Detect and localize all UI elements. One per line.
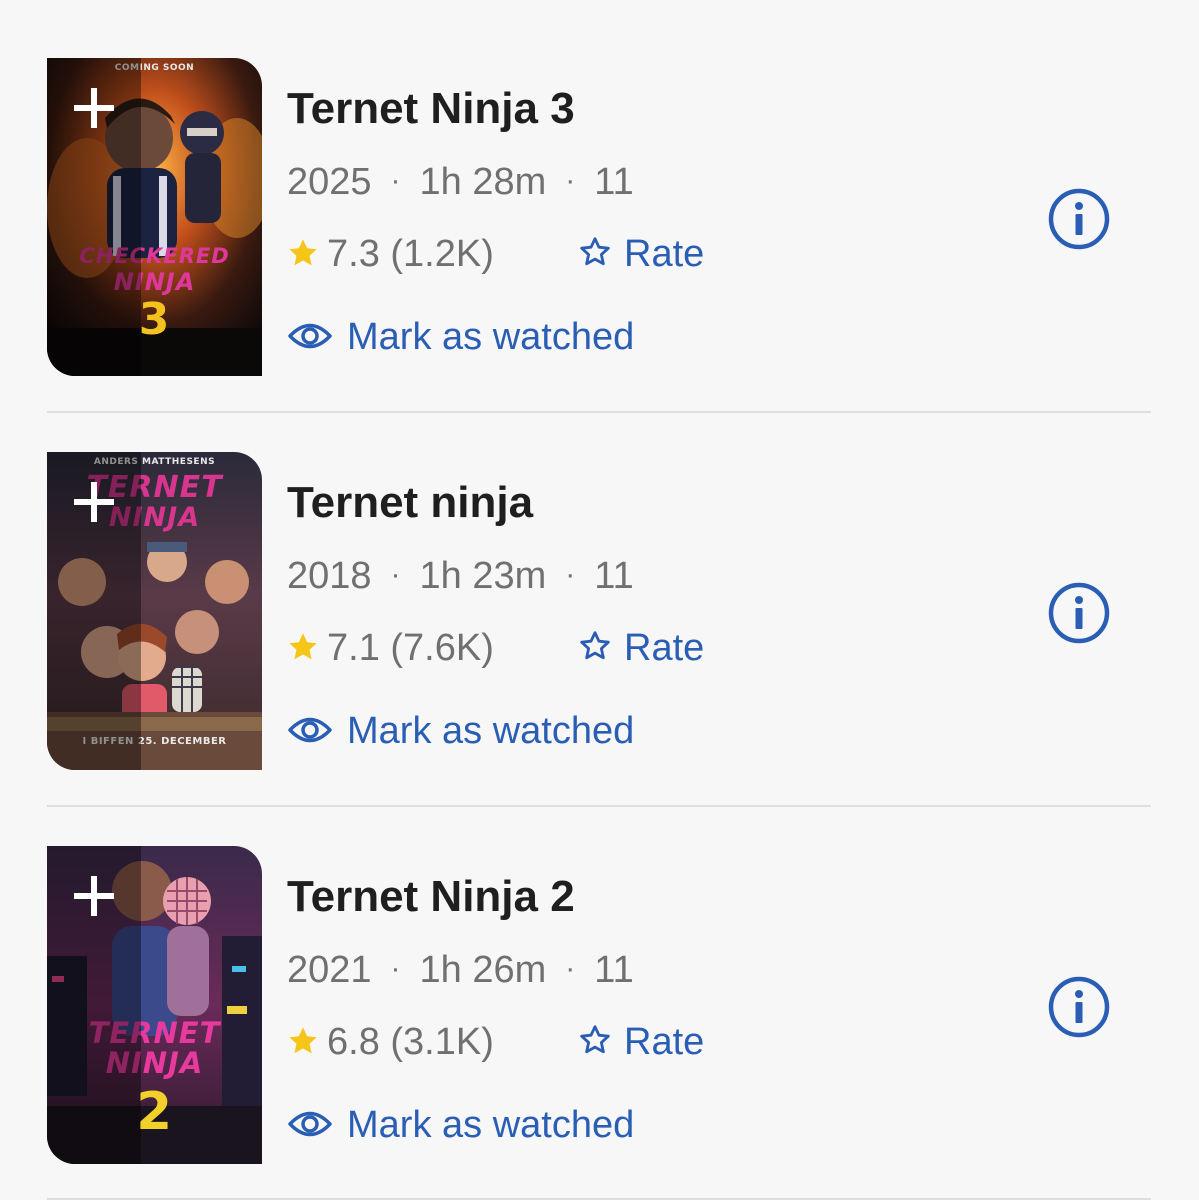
rating-value: 7.3 (1.2K) [327,233,494,275]
movie-runtime: 1h 28m [419,161,547,203]
rate-label: Rate [624,1021,705,1063]
movie-rating: 7.1 (7.6K) [287,627,494,670]
filled-star-icon [289,633,317,660]
movie-runtime: 1h 23m [419,555,547,597]
mark-as-watched-button[interactable]: Mark as watched [287,710,634,753]
meta-separator: · [390,558,401,591]
movie-age-rating: 11 [594,555,634,597]
meta-separator: · [565,164,576,197]
movie-rating: 6.8 (3.1K) [287,1021,494,1064]
movie-runtime: 1h 26m [419,949,547,991]
movie-list-item[interactable]: ANDERS MATTHESENS TERNET NINJA I BIFFEN … [0,394,1199,788]
plus-icon[interactable] [72,480,116,524]
filled-star-icon [289,239,317,266]
movie-poster[interactable]: COMING SOON CHECKERED NINJA 3 [47,58,262,376]
movie-age-rating: 11 [594,949,634,991]
outline-star-icon [580,237,610,266]
rate-label: Rate [624,627,705,669]
info-icon[interactable] [1048,582,1110,644]
movie-year: 2018 [287,555,372,597]
movie-list: COMING SOON CHECKERED NINJA 3 Ternet Nin… [0,0,1199,1200]
movie-meta: 2018 · 1h 23m · 11 [287,555,634,598]
movie-age-rating: 11 [594,161,634,203]
movie-meta: 2025 · 1h 28m · 11 [287,161,634,204]
rate-button[interactable]: Rate [578,627,704,670]
watched-label: Mark as watched [347,1104,635,1146]
movie-poster[interactable]: ANDERS MATTHESENS TERNET NINJA I BIFFEN … [47,452,262,770]
movie-year: 2021 [287,949,372,991]
rating-value: 6.8 (3.1K) [327,1021,494,1063]
meta-separator: · [390,164,401,197]
plus-icon[interactable] [72,86,116,130]
movie-title[interactable]: Ternet Ninja 3 [287,84,575,134]
rating-value: 7.1 (7.6K) [327,627,494,669]
outline-star-icon [580,631,610,660]
movie-year: 2025 [287,161,372,203]
mark-as-watched-button[interactable]: Mark as watched [287,1104,634,1147]
meta-separator: · [390,952,401,985]
rate-label: Rate [624,233,705,275]
outline-star-icon [580,1025,610,1054]
meta-separator: · [565,952,576,985]
eye-icon [288,323,332,349]
movie-list-item[interactable]: TERNET NINJA 2 Ternet Ninja 2 2021 · 1h 26… [0,788,1199,1182]
movie-list-item[interactable]: COMING SOON CHECKERED NINJA 3 Ternet Nin… [0,0,1199,394]
eye-icon [288,717,332,743]
movie-poster[interactable]: TERNET NINJA 2 [47,846,262,1164]
movie-meta: 2021 · 1h 26m · 11 [287,949,634,992]
watched-label: Mark as watched [347,710,635,752]
rate-button[interactable]: Rate [578,1021,704,1064]
rate-button[interactable]: Rate [578,233,704,276]
movie-title[interactable]: Ternet ninja [287,478,533,528]
movie-title[interactable]: Ternet Ninja 2 [287,872,575,922]
eye-icon [288,1111,332,1137]
plus-icon[interactable] [72,874,116,918]
info-icon[interactable] [1048,976,1110,1038]
movie-rating: 7.3 (1.2K) [287,233,494,276]
meta-separator: · [565,558,576,591]
watched-label: Mark as watched [347,316,635,358]
filled-star-icon [289,1027,317,1054]
mark-as-watched-button[interactable]: Mark as watched [287,316,634,359]
info-icon[interactable] [1048,188,1110,250]
